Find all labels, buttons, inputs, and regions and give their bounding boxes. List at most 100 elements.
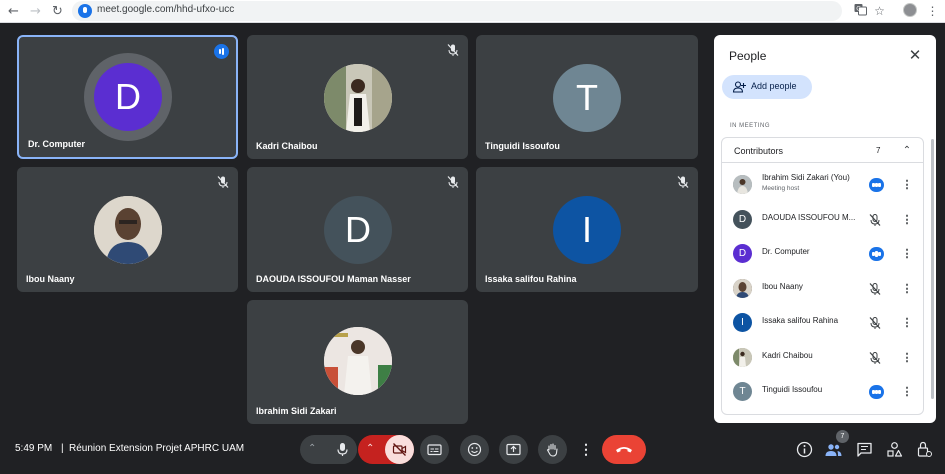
more-options-icon[interactable]: ⋮	[900, 385, 914, 399]
participant-name: Ibrahim Sidi Zakari (You)	[762, 173, 850, 182]
translate-icon[interactable]: G	[852, 3, 869, 20]
participant-tile-dr-computer[interactable]: D Dr. Computer	[17, 35, 238, 159]
camera-control-group: ⌃	[358, 435, 414, 464]
camera-button[interactable]	[385, 435, 414, 464]
more-options-icon[interactable]: ⋮	[900, 316, 914, 330]
avatar-photo	[324, 64, 392, 132]
contributors-count: 7	[876, 146, 881, 155]
participant-row[interactable]: D DAOUDA ISSOUFOU M... ⋮	[722, 203, 923, 237]
people-panel: People ✕ Add people IN MEETING Contribut…	[714, 35, 936, 423]
participant-row[interactable]: D Dr. Computer ⋮	[722, 237, 923, 271]
add-person-icon	[732, 81, 746, 93]
browser-toolbar: ← → ↻ meet.google.com/hhd-ufxo-ucc G ☆ ⋮	[0, 0, 945, 23]
participant-avatar	[733, 348, 752, 367]
participant-row[interactable]: Kadri Chaibou ⋮	[722, 341, 923, 375]
participant-tile-daouda-issoufou[interactable]: D DAOUDA ISSOUFOU Maman Nasser	[247, 167, 468, 292]
participant-role: Meeting host	[762, 185, 800, 192]
activities-icon[interactable]	[886, 441, 903, 458]
participant-name: Ibou Naany	[762, 282, 803, 291]
more-options-icon[interactable]: ⋮	[900, 247, 914, 261]
more-options-icon[interactable]: ⋮	[900, 178, 914, 192]
participant-row[interactable]: T Tinguidi Issoufou ⋮	[722, 375, 923, 409]
captions-button[interactable]	[420, 435, 449, 464]
back-arrow-icon[interactable]: ←	[5, 3, 22, 20]
reload-icon[interactable]: ↻	[49, 3, 66, 20]
present-screen-button[interactable]	[499, 435, 528, 464]
audio-level-icon	[869, 178, 884, 192]
participant-name: Tinguidi Issoufou	[762, 385, 823, 394]
address-bar[interactable]: meet.google.com/hhd-ufxo-ucc	[72, 1, 842, 21]
camera-off-icon	[392, 443, 407, 456]
participant-tile-kadri-chaibou[interactable]: Kadri Chaibou	[247, 35, 468, 159]
leave-call-button[interactable]	[602, 435, 646, 464]
mic-off-icon	[217, 176, 229, 188]
more-options-icon[interactable]: ⋮	[900, 351, 914, 365]
close-icon[interactable]: ✕	[907, 47, 923, 63]
tile-name: DAOUDA ISSOUFOU Maman Nasser	[256, 274, 411, 284]
chat-icon[interactable]	[856, 441, 873, 458]
more-options-icon[interactable]: ⋮	[900, 213, 914, 227]
end-call-icon	[616, 447, 632, 453]
mic-off-icon	[869, 352, 881, 364]
meeting-details-icon[interactable]	[796, 441, 813, 458]
host-controls-icon[interactable]	[916, 441, 933, 458]
chevron-up-icon[interactable]: ⌃	[366, 442, 378, 456]
tile-name: Ibou Naany	[26, 274, 75, 284]
chevron-up-icon[interactable]: ⌃	[308, 442, 320, 456]
participant-avatar: T	[733, 382, 752, 401]
audio-level-icon	[869, 247, 884, 261]
participant-tile-tinguidi-issoufou[interactable]: T Tinguidi Issoufou	[476, 35, 698, 159]
panel-scrollbar[interactable]	[931, 139, 934, 399]
mic-off-icon	[869, 283, 881, 295]
people-icon[interactable]	[825, 441, 842, 458]
contributors-title: Contributors	[734, 146, 784, 156]
audio-level-icon	[869, 385, 884, 399]
participant-row[interactable]: I Issaka salifou Rahina ⋮	[722, 306, 923, 340]
more-options-icon[interactable]: ⋮	[900, 282, 914, 296]
participant-name: Kadri Chaibou	[762, 351, 813, 360]
participant-row[interactable]: Ibou Naany ⋮	[722, 272, 923, 306]
participant-name: Dr. Computer	[762, 247, 810, 256]
tile-name: Tinguidi Issoufou	[485, 141, 560, 151]
participant-tile-ibou-naany[interactable]: Ibou Naany	[17, 167, 238, 292]
captions-icon	[427, 444, 442, 456]
kebab-menu-icon[interactable]: ⋮	[924, 3, 941, 20]
participant-row[interactable]: Ibrahim Sidi Zakari (You) Meeting host ⋮	[722, 168, 923, 202]
participant-avatar: D	[733, 244, 752, 263]
add-people-label: Add people	[751, 81, 797, 91]
participant-tile-issaka-salifou-rahina[interactable]: I Issaka salifou Rahina	[476, 167, 698, 292]
mic-off-icon	[677, 176, 689, 188]
site-mic-icon[interactable]	[78, 4, 92, 18]
profile-avatar[interactable]	[903, 3, 917, 17]
avatar: I	[553, 196, 621, 264]
raise-hand-button[interactable]	[538, 435, 567, 464]
meeting-separator: |	[61, 443, 64, 454]
reactions-button[interactable]	[460, 435, 489, 464]
avatar: T	[553, 64, 621, 132]
microphone-button[interactable]	[328, 435, 357, 464]
participant-avatar	[733, 175, 752, 194]
add-people-button[interactable]: Add people	[722, 75, 812, 99]
contributors-list: Contributors 7 ⌃ Ibrahim Sidi Zakari (Yo…	[721, 137, 924, 415]
more-options-button[interactable]: ⋮	[575, 435, 597, 464]
present-screen-icon	[506, 443, 521, 456]
mic-off-icon	[447, 176, 459, 188]
chevron-up-icon[interactable]: ⌃	[900, 144, 914, 158]
url-text[interactable]: meet.google.com/hhd-ufxo-ucc	[97, 4, 234, 15]
forward-arrow-icon[interactable]: →	[27, 3, 44, 20]
audio-level-icon	[214, 44, 229, 59]
svg-text:G: G	[856, 6, 861, 13]
microphone-icon	[337, 443, 348, 456]
section-label-in-meeting: IN MEETING	[730, 123, 771, 129]
tile-name: Ibrahim Sidi Zakari	[256, 406, 337, 416]
emoji-icon	[467, 442, 482, 457]
bookmark-star-icon[interactable]: ☆	[871, 3, 888, 20]
participant-tile-ibrahim-sidi-zakari[interactable]: Ibrahim Sidi Zakari	[247, 300, 468, 424]
meeting-title: Réunion Extension Projet APHRC UAM	[69, 443, 245, 454]
participant-avatar: I	[733, 313, 752, 332]
avatar-photo	[94, 196, 162, 264]
contributors-header[interactable]: Contributors 7 ⌃	[722, 138, 923, 163]
panel-title: People	[729, 49, 767, 63]
people-count-badge: 7	[836, 430, 849, 443]
more-vert-icon: ⋮	[579, 441, 593, 457]
